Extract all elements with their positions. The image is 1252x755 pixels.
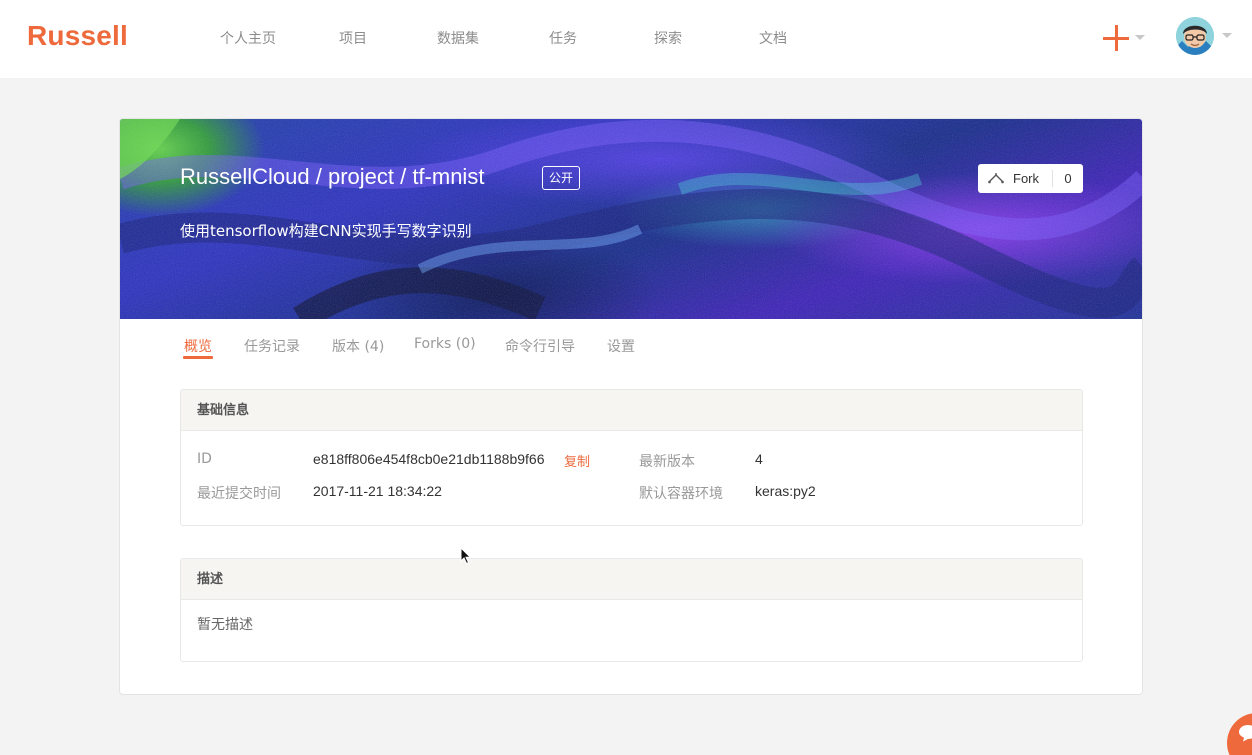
- nav-item-docs[interactable]: 文档: [733, 28, 813, 48]
- chat-bubble-icon: [1239, 725, 1252, 742]
- id-value: e818ff806e454f8cb0e21db1188b9f66: [313, 451, 545, 467]
- caret-down-icon: [1135, 35, 1145, 40]
- project-title: RussellCloud / project / tf-mnist: [180, 164, 485, 189]
- chat-support-button[interactable]: [1227, 713, 1252, 755]
- description-panel: 描述 暂无描述: [180, 558, 1083, 662]
- last-commit-label: 最近提交时间: [197, 486, 281, 502]
- user-avatar[interactable]: [1176, 17, 1214, 55]
- tab-versions[interactable]: 版本 (4): [332, 336, 384, 356]
- tab-cli-guide[interactable]: 命令行引导: [505, 336, 575, 356]
- tab-active-indicator: [183, 356, 213, 359]
- fork-count: 0: [1064, 171, 1072, 186]
- top-navbar: Russell 个人主页 项目 数据集 任务 探索 文档: [0, 0, 1252, 78]
- caret-down-icon: [1222, 33, 1232, 38]
- project-subtitle: 使用tensorflow构建CNN实现手写数字识别: [180, 222, 472, 240]
- nav-item-explore[interactable]: 探索: [628, 28, 708, 48]
- project-tabs: 概览 任务记录 版本 (4) Forks (0) 命令行引导 设置: [120, 319, 1142, 369]
- basic-info-panel: 基础信息 ID e818ff806e454f8cb0e21db1188b9f66…: [180, 389, 1083, 526]
- tab-settings[interactable]: 设置: [607, 336, 635, 356]
- description-text: 暂无描述: [197, 617, 253, 633]
- default-env-label: 默认容器环境: [639, 486, 723, 502]
- nav-item-datasets[interactable]: 数据集: [418, 28, 498, 48]
- mouse-cursor-icon: [460, 547, 472, 565]
- avatar-face-icon: [1176, 17, 1214, 55]
- tab-overview[interactable]: 概览: [184, 336, 212, 356]
- fork-label: Fork: [1013, 171, 1039, 186]
- nav-item-jobs[interactable]: 任务: [523, 28, 603, 48]
- copy-id-link[interactable]: 复制: [564, 451, 590, 470]
- nav-item-projects[interactable]: 项目: [313, 28, 393, 48]
- create-menu-button[interactable]: [1100, 22, 1150, 54]
- tab-forks[interactable]: Forks (0): [414, 336, 476, 352]
- russell-logo[interactable]: Russell: [27, 20, 128, 52]
- fork-icon: [988, 173, 1004, 184]
- id-label: ID: [197, 451, 212, 467]
- last-commit-value: 2017-11-21 18:34:22: [313, 483, 442, 499]
- fork-button[interactable]: Fork 0: [978, 164, 1083, 193]
- fork-divider: [1052, 170, 1053, 187]
- default-env-value: keras:py2: [755, 483, 816, 499]
- banner-artwork: [120, 119, 1142, 319]
- nav-item-home[interactable]: 个人主页: [208, 28, 288, 48]
- latest-version-label: 最新版本: [639, 454, 695, 470]
- description-title: 描述: [181, 559, 1082, 600]
- latest-version-value: 4: [755, 451, 763, 467]
- plus-icon: [1103, 25, 1129, 51]
- project-banner: RussellCloud / project / tf-mnist 公开 使用t…: [120, 119, 1142, 319]
- tab-job-history[interactable]: 任务记录: [244, 336, 300, 356]
- basic-info-title: 基础信息: [181, 390, 1082, 431]
- project-card: RussellCloud / project / tf-mnist 公开 使用t…: [119, 118, 1143, 695]
- user-menu-button[interactable]: [1176, 17, 1236, 57]
- visibility-badge: 公开: [542, 166, 581, 190]
